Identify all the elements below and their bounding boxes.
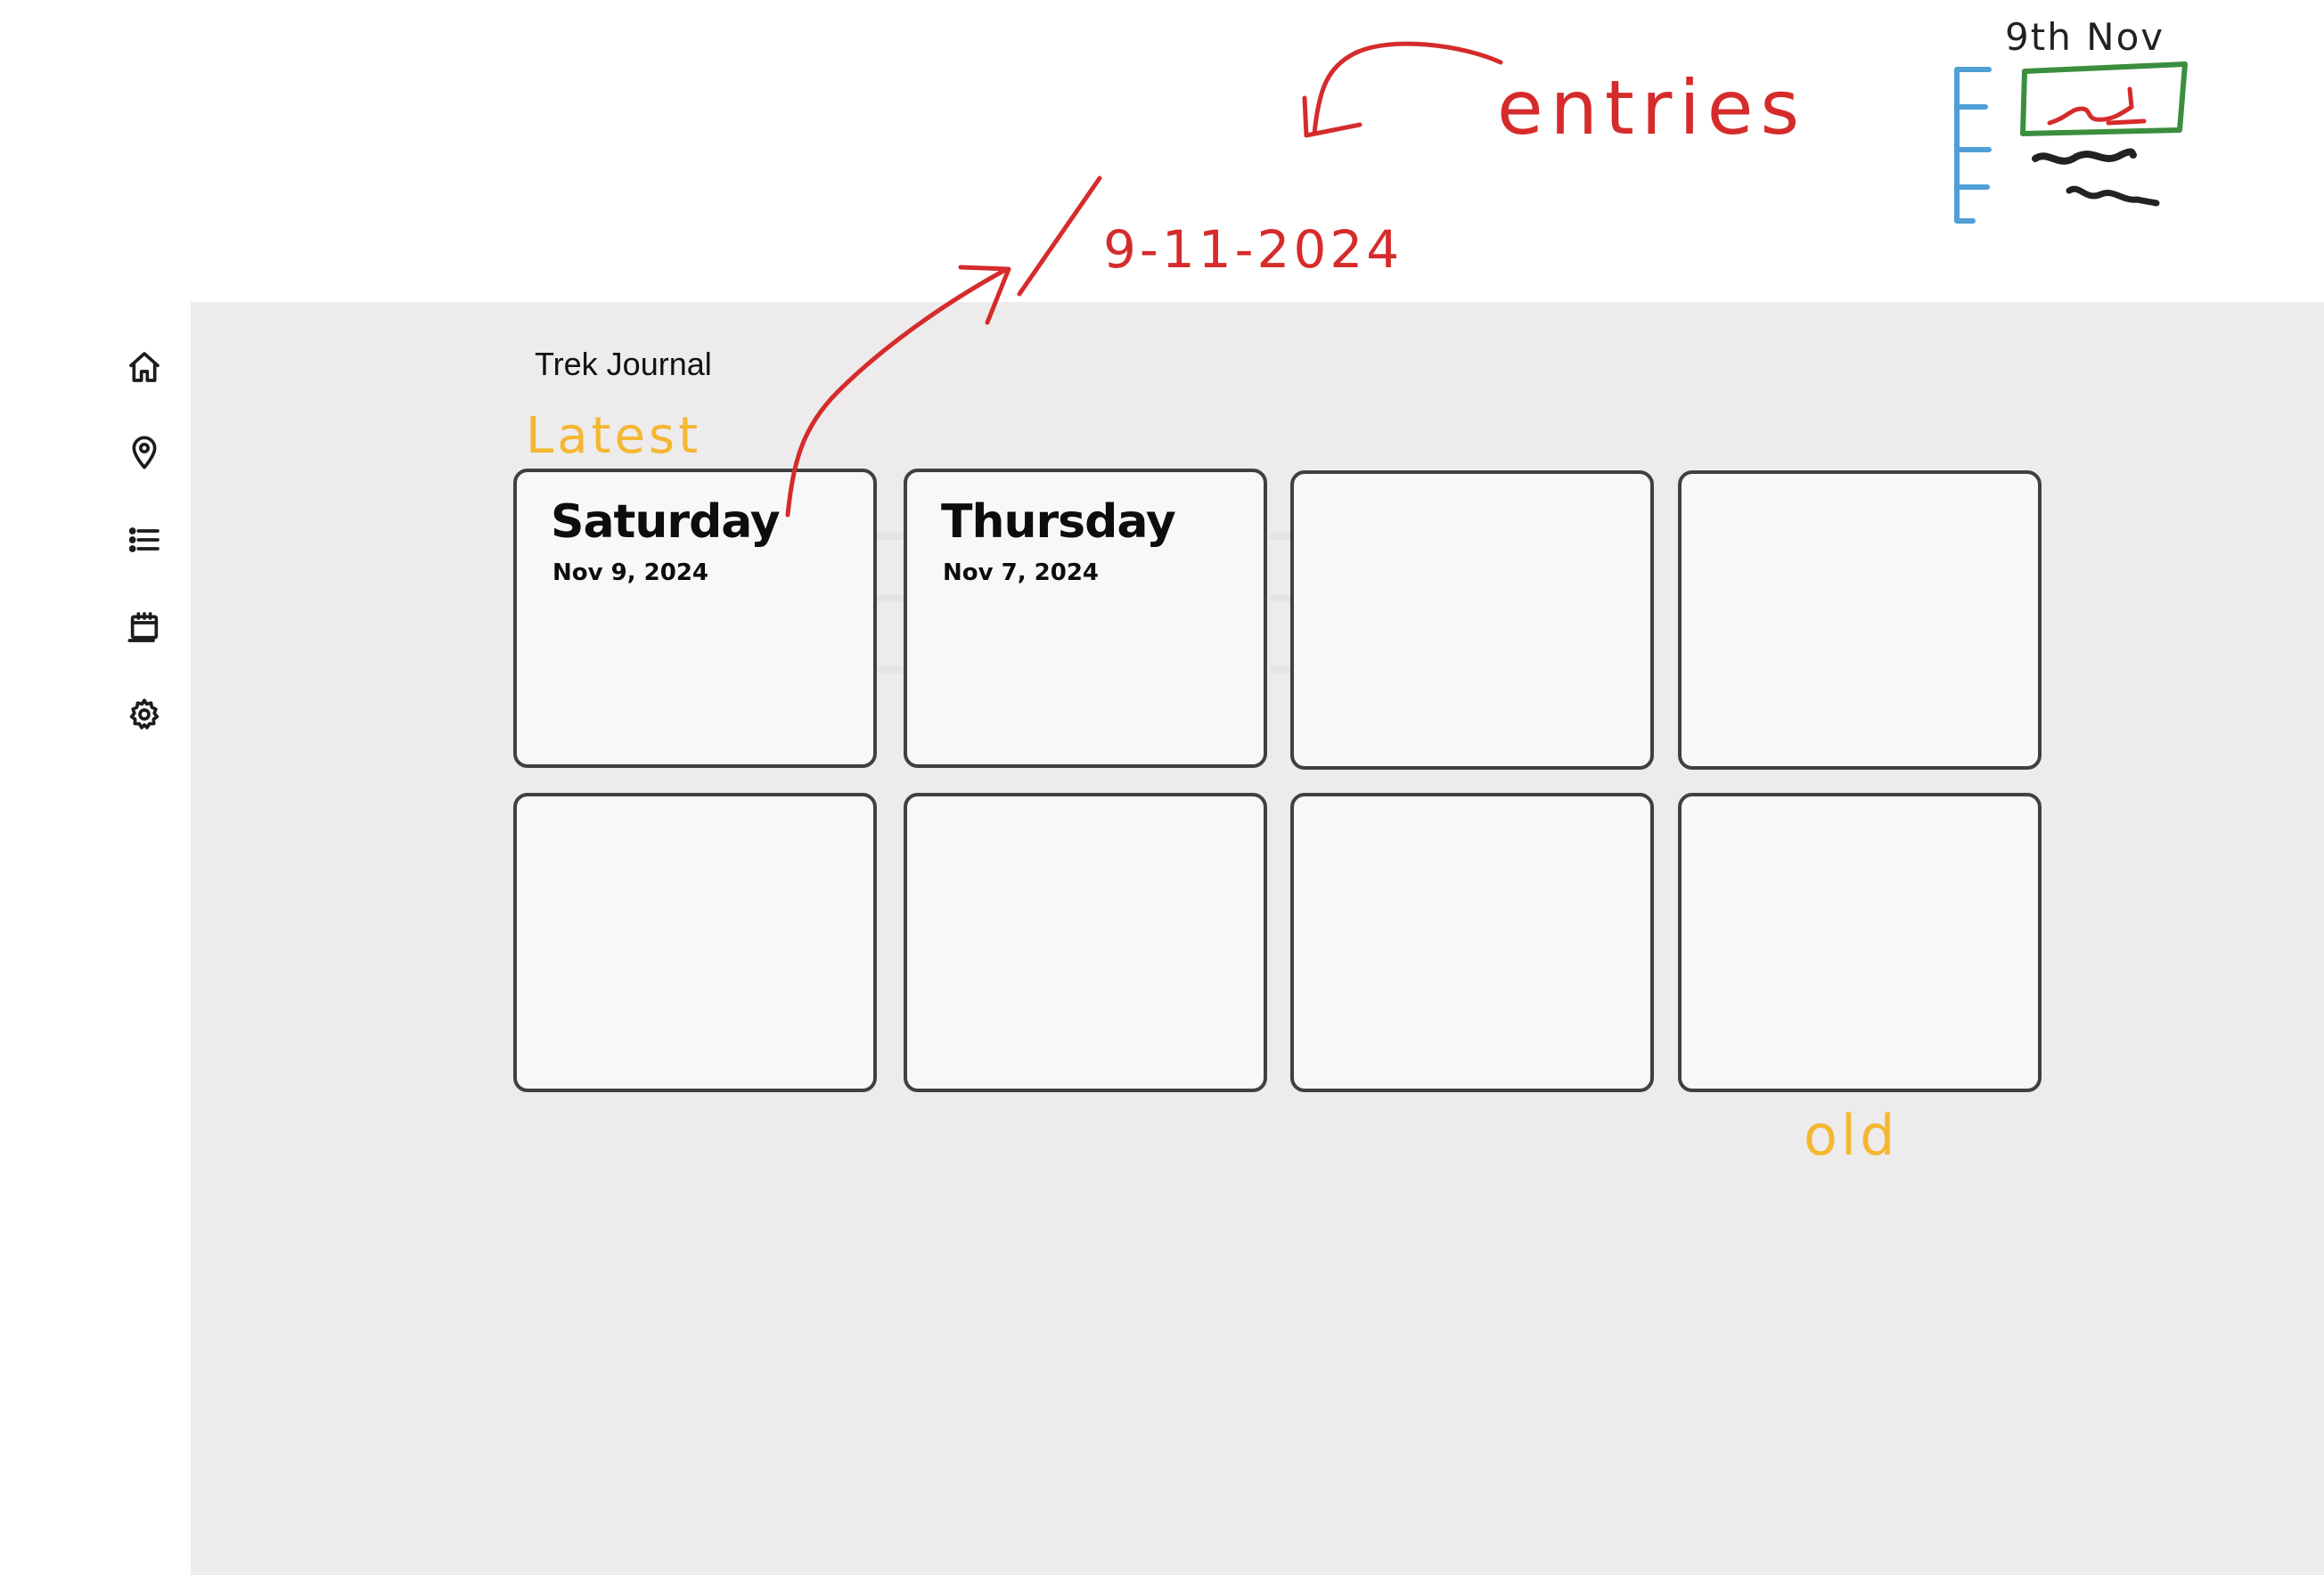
annotation-arrowhead xyxy=(1302,95,1362,138)
entry-card[interactable] xyxy=(513,793,877,1092)
entry-card[interactable]: Thursday Nov 7, 2024 xyxy=(904,469,1267,768)
annotation-thumb-date: 9th Nov xyxy=(2005,15,2164,59)
background-line xyxy=(878,666,904,673)
annotation-scribble xyxy=(2066,185,2160,207)
entry-card[interactable] xyxy=(1290,793,1654,1092)
annotation-stroke xyxy=(1017,175,1102,297)
sidebar xyxy=(0,302,191,1575)
entry-card[interactable] xyxy=(904,793,1267,1092)
annotation-box xyxy=(2020,61,2188,136)
annotation-scribble xyxy=(2032,148,2137,165)
location-pin-icon[interactable] xyxy=(125,433,164,472)
annotation-arrow xyxy=(1312,41,1503,136)
list-icon[interactable] xyxy=(125,520,164,559)
entry-card[interactable] xyxy=(1290,470,1654,770)
annotation-squiggle xyxy=(2047,86,2147,126)
entry-date: Nov 9, 2024 xyxy=(552,559,709,586)
page-title: Trek Journal xyxy=(535,346,712,382)
entry-day: Thursday xyxy=(941,495,1176,549)
entry-date: Nov 7, 2024 xyxy=(943,559,1100,586)
entry-day: Saturday xyxy=(551,495,781,549)
home-icon[interactable] xyxy=(125,347,164,387)
background-line xyxy=(878,595,904,602)
entry-card[interactable] xyxy=(1678,470,2042,770)
background-line xyxy=(878,533,904,540)
annotation-date-note: 9-11-2024 xyxy=(1103,219,1403,280)
calendar-icon[interactable] xyxy=(125,608,164,647)
entry-card[interactable] xyxy=(1678,793,2042,1092)
entry-card[interactable]: Saturday Nov 9, 2024 xyxy=(513,469,877,768)
annotation-entries: entries xyxy=(1497,64,1806,151)
annotation-bracket xyxy=(1954,67,1992,224)
gear-icon[interactable] xyxy=(125,695,164,734)
